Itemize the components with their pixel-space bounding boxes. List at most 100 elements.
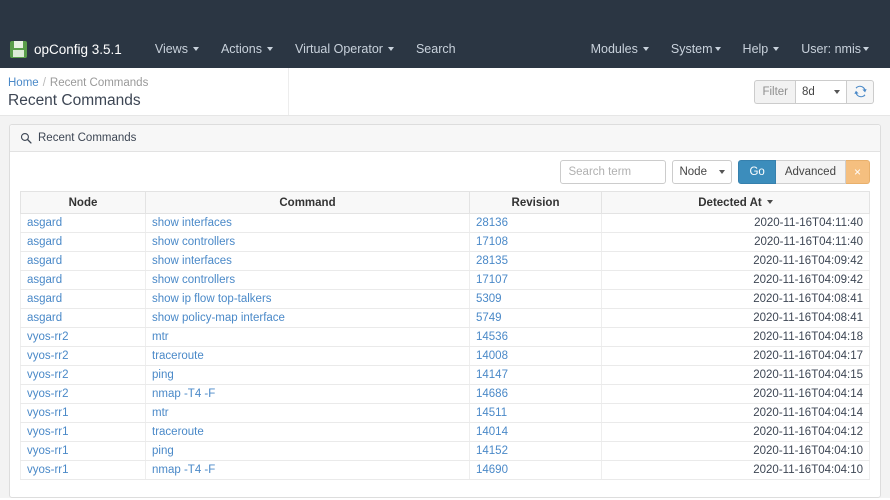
cell-revision[interactable]: 14014 (469, 422, 602, 442)
go-button[interactable]: Go (738, 160, 776, 184)
cell-node[interactable]: asgard (20, 232, 146, 252)
cell-command[interactable]: mtr (145, 403, 470, 423)
clear-search-button[interactable]: × (845, 160, 870, 184)
cell-command[interactable]: nmap -T4 -F (145, 460, 470, 480)
page-header-band: Home / Recent Commands Recent Commands Fil… (0, 68, 890, 116)
cell-node[interactable]: asgard (20, 251, 146, 271)
column-header-command[interactable]: Command (145, 191, 470, 214)
navbar-left-group: opConfig 3.5.1 Views Actions Virtual Ope… (6, 40, 580, 58)
table-row: vyos-rr2 traceroute 14008 2020-11-16T04:04:… (20, 346, 870, 366)
table-row: asgard show interfaces 28136 2020-11-16T04:… (20, 213, 870, 233)
table-container: Node Command Revision Detected At asgard… (10, 191, 880, 480)
table-row: asgard show ip flow top-talkers 5309 2020-1… (20, 289, 870, 309)
cell-command[interactable]: show interfaces (145, 213, 470, 233)
nav-item-user[interactable]: User: nmis (790, 42, 880, 56)
table-row: vyos-rr2 ping 14147 2020-11-16T04:04:15 (20, 365, 870, 385)
nav-item-actions[interactable]: Actions (210, 42, 284, 56)
column-header-detected-at-label: Detected At (698, 196, 762, 209)
search-field-select[interactable]: Node (672, 160, 733, 184)
cell-node[interactable]: asgard (20, 213, 146, 233)
table-head: Node Command Revision Detected At (20, 191, 870, 214)
search-icon (20, 132, 32, 144)
filter-group: Filter 8d (754, 79, 874, 104)
breadcrumb-home-link[interactable]: Home (8, 77, 39, 89)
nav-item-system[interactable]: System (660, 42, 732, 56)
cell-command[interactable]: show controllers (145, 232, 470, 252)
cell-detected-at: 2020-11-16T04:09:42 (601, 251, 870, 271)
search-input[interactable] (560, 160, 667, 184)
column-header-detected-at[interactable]: Detected At (601, 191, 870, 214)
cell-node[interactable]: vyos-rr2 (20, 346, 146, 366)
cell-command[interactable]: mtr (145, 327, 470, 347)
cell-revision[interactable]: 14536 (469, 327, 602, 347)
breadcrumb-current: Recent Commands (49, 77, 149, 89)
table-body: asgard show interfaces 28136 2020-11-16T04:… (20, 213, 870, 480)
cell-node[interactable]: vyos-rr2 (20, 365, 146, 385)
cell-node[interactable]: asgard (20, 270, 146, 290)
cell-detected-at: 2020-11-16T04:04:18 (601, 327, 870, 347)
cell-revision[interactable]: 28136 (469, 213, 602, 233)
cell-detected-at: 2020-11-16T04:04:10 (601, 460, 870, 480)
cell-revision[interactable]: 17108 (469, 232, 602, 252)
cell-command[interactable]: traceroute (145, 422, 470, 442)
panel-title: Recent Commands (38, 132, 137, 144)
cell-node[interactable]: vyos-rr1 (20, 403, 146, 423)
refresh-button[interactable] (847, 79, 874, 104)
cell-detected-at: 2020-11-16T04:09:42 (601, 270, 870, 290)
cell-detected-at: 2020-11-16T04:08:41 (601, 308, 870, 328)
cell-command[interactable]: ping (145, 441, 470, 461)
cell-node[interactable]: vyos-rr2 (20, 384, 146, 404)
column-header-node[interactable]: Node (20, 191, 146, 214)
cell-command[interactable]: show ip flow top-talkers (145, 289, 470, 309)
cell-node[interactable]: vyos-rr1 (20, 422, 146, 442)
table-row: asgard show policy-map interface 5749 2020-… (20, 308, 870, 328)
chevron-down-icon (863, 47, 869, 51)
nav-item-search[interactable]: Search (405, 42, 467, 56)
brand-title[interactable]: opConfig 3.5.1 (34, 42, 122, 57)
cell-node[interactable]: asgard (20, 308, 146, 328)
cell-revision[interactable]: 5309 (469, 289, 602, 309)
cell-revision[interactable]: 14690 (469, 460, 602, 480)
table-row: vyos-rr1 traceroute 14014 2020-11-16T04:04:… (20, 422, 870, 442)
nav-item-user-label: User: nmis (801, 42, 861, 56)
cell-command[interactable]: traceroute (145, 346, 470, 366)
cell-command[interactable]: show interfaces (145, 251, 470, 271)
nav-item-modules[interactable]: Modules (580, 42, 660, 56)
cell-revision[interactable]: 17107 (469, 270, 602, 290)
cell-command[interactable]: show controllers (145, 270, 470, 290)
navbar-right-group: Modules System Help User: nmis (580, 42, 880, 56)
cell-detected-at: 2020-11-16T04:08:41 (601, 289, 870, 309)
cell-command[interactable]: show policy-map interface (145, 308, 470, 328)
chevron-down-icon (266, 47, 273, 51)
filter-period-value: 8d (802, 85, 815, 98)
cell-detected-at: 2020-11-16T04:04:17 (601, 346, 870, 366)
cell-revision[interactable]: 14686 (469, 384, 602, 404)
nav-item-virtual-operator[interactable]: Virtual Operator (284, 42, 405, 56)
search-field-value: Node (679, 166, 707, 178)
cell-revision[interactable]: 5749 (469, 308, 602, 328)
page-header-tools: Filter 8d (289, 68, 890, 115)
cell-revision[interactable]: 14147 (469, 365, 602, 385)
cell-command[interactable]: nmap -T4 -F (145, 384, 470, 404)
cell-revision[interactable]: 14511 (469, 403, 602, 423)
table-row: asgard show controllers 17107 2020-11-16T04… (20, 270, 870, 290)
cell-revision[interactable]: 14008 (469, 346, 602, 366)
cell-node[interactable]: vyos-rr2 (20, 327, 146, 347)
save-disk-icon (10, 40, 27, 58)
nav-item-views[interactable]: Views (144, 42, 210, 56)
table-row: asgard show interfaces 28135 2020-11-16T04:… (20, 251, 870, 271)
cell-node[interactable]: vyos-rr1 (20, 460, 146, 480)
cell-node[interactable]: vyos-rr1 (20, 441, 146, 461)
nav-item-virtual-operator-label: Virtual Operator (294, 42, 383, 56)
cell-revision[interactable]: 14152 (469, 441, 602, 461)
nav-item-help[interactable]: Help (732, 42, 791, 56)
table-row: vyos-rr2 mtr 14536 2020-11-16T04:04:18 (20, 327, 870, 347)
filter-period-select[interactable]: 8d (795, 79, 847, 104)
advanced-button[interactable]: Advanced (775, 160, 846, 184)
page-body: Recent Commands Node Go Advanced × Node … (0, 116, 890, 498)
column-header-revision[interactable]: Revision (469, 191, 602, 214)
table-row: vyos-rr1 ping 14152 2020-11-16T04:04:10 (20, 441, 870, 461)
cell-revision[interactable]: 28135 (469, 251, 602, 271)
cell-command[interactable]: ping (145, 365, 470, 385)
cell-node[interactable]: asgard (20, 289, 146, 309)
